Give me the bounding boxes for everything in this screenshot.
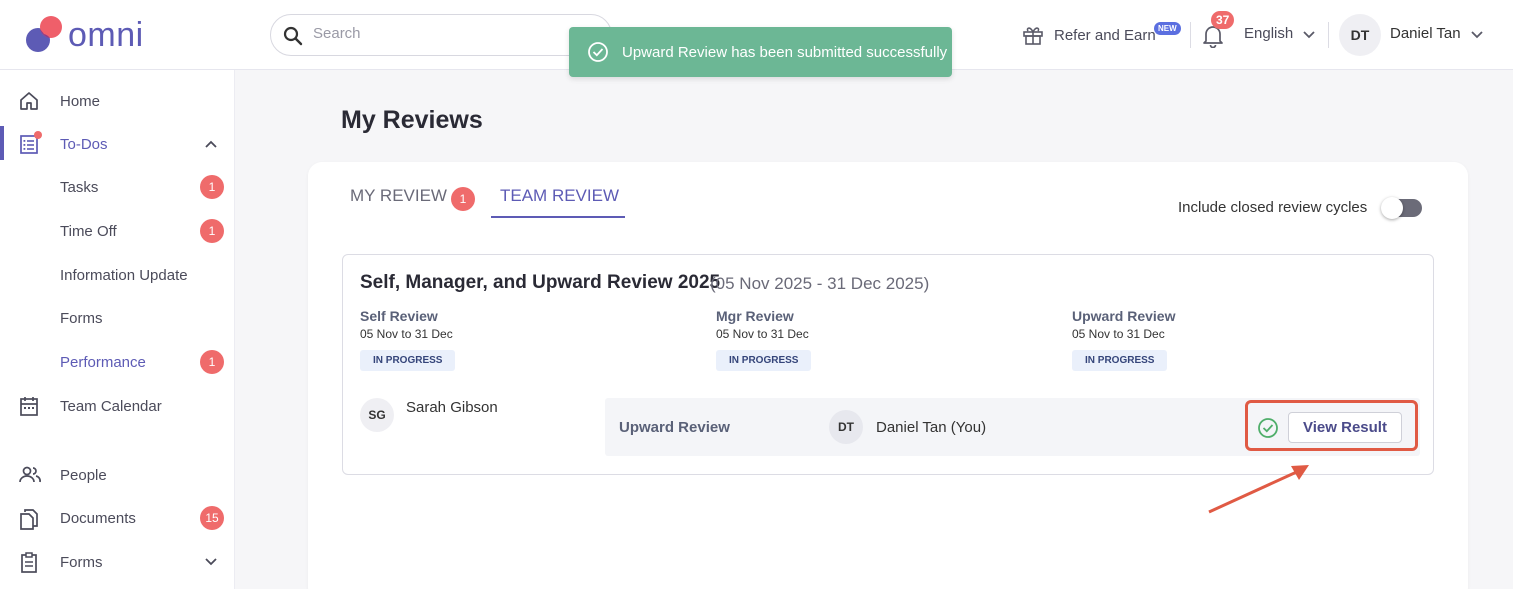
- check-circle-icon: [1258, 418, 1278, 438]
- new-badge: NEW: [1154, 22, 1181, 35]
- logo-mark-icon: [26, 16, 62, 52]
- stage-date: 05 Nov to 31 Dec: [360, 327, 453, 341]
- view-result-button[interactable]: View Result: [1288, 412, 1402, 443]
- logo-text: omni: [68, 16, 144, 54]
- stage-date: 05 Nov to 31 Dec: [716, 327, 809, 341]
- sidebar-item-information-update[interactable]: Information Update: [0, 256, 234, 294]
- language-selector[interactable]: English: [1244, 25, 1293, 42]
- sidebar-item-label: Performance: [60, 353, 146, 371]
- check-circle-icon: [588, 42, 608, 62]
- home-icon: [20, 92, 38, 110]
- reviewer-avatar: DT: [829, 410, 863, 444]
- stage-date: 05 Nov to 31 Dec: [1072, 327, 1165, 341]
- chevron-down-icon[interactable]: [1302, 28, 1316, 42]
- sidebar-item-label: Forms: [60, 309, 103, 327]
- omni-logo[interactable]: omni: [24, 14, 154, 56]
- sidebar-item-label: Information Update: [60, 266, 188, 284]
- chevron-down-icon[interactable]: [1470, 28, 1484, 42]
- sidebar-item-label: Tasks: [60, 178, 99, 196]
- sidebar-item-performance[interactable]: Performance 1: [0, 343, 234, 381]
- include-closed-label: Include closed review cycles: [1178, 199, 1368, 216]
- sidebar-item-forms-sub[interactable]: Forms: [0, 299, 234, 337]
- stage-name: Mgr Review: [716, 308, 794, 324]
- stage-self-review: Self Review 05 Nov to 31 Dec IN PROGRESS: [360, 308, 456, 371]
- page-title: My Reviews: [341, 106, 483, 134]
- search-box[interactable]: [270, 14, 612, 56]
- calendar-icon: [20, 397, 38, 416]
- divider: [1328, 22, 1329, 48]
- sidebar-item-label: People: [60, 466, 107, 484]
- refer-label: Refer and Earn: [1054, 26, 1156, 44]
- documents-icon: [20, 509, 38, 530]
- gift-icon: [1023, 27, 1043, 45]
- reviewee-avatar: SG: [360, 398, 394, 432]
- toast-message: Upward Review has been submitted success…: [622, 44, 948, 61]
- search-icon: [283, 26, 303, 46]
- sidebar-item-tasks[interactable]: Tasks 1: [0, 168, 234, 206]
- chevron-down-icon[interactable]: [204, 555, 218, 569]
- toggle-knob: [1381, 197, 1403, 219]
- sidebar-item-label: To-Dos: [60, 135, 108, 153]
- success-toast: Upward Review has been submitted success…: [569, 27, 952, 77]
- sidebar-item-label: Forms: [60, 553, 103, 571]
- stage-name: Self Review: [360, 308, 438, 324]
- user-avatar[interactable]: DT: [1339, 14, 1381, 56]
- sidebar-item-label: Team Calendar: [60, 397, 162, 415]
- status-badge: IN PROGRESS: [716, 350, 812, 371]
- notification-dot: [34, 131, 42, 139]
- sidebar-item-label: Home: [60, 92, 101, 110]
- notification-count-badge: 37: [1211, 11, 1235, 29]
- search-input[interactable]: [313, 25, 593, 42]
- count-badge: 1: [200, 350, 224, 374]
- tab-team-review[interactable]: TEAM REVIEW: [500, 186, 619, 206]
- divider: [1190, 22, 1191, 48]
- sidebar-item-label: Documents: [60, 509, 136, 527]
- status-badge: IN PROGRESS: [360, 350, 456, 371]
- sidebar-item-documents[interactable]: Documents 15: [0, 499, 234, 537]
- reviewer-name: Daniel Tan (You): [876, 419, 987, 436]
- count-badge: 15: [200, 506, 224, 530]
- user-name[interactable]: Daniel Tan: [1390, 25, 1461, 42]
- sidebar-item-people[interactable]: People: [0, 456, 234, 494]
- status-badge: IN PROGRESS: [1072, 350, 1168, 371]
- annotation-arrow-icon: [1208, 465, 1309, 514]
- cycle-dates: (05 Nov 2025 - 31 Dec 2025): [710, 274, 930, 293]
- cycle-title: Self, Manager, and Upward Review 2025: [360, 272, 721, 293]
- clipboard-icon: [21, 552, 37, 573]
- sidebar-item-forms[interactable]: Forms: [0, 543, 234, 581]
- tab-my-review[interactable]: MY REVIEW: [350, 186, 447, 206]
- count-badge: 1: [200, 175, 224, 199]
- people-icon: [19, 466, 41, 483]
- stage-name: Upward Review: [1072, 308, 1176, 324]
- count-badge: 1: [200, 219, 224, 243]
- refer-and-earn-link[interactable]: Refer and Earn: [1022, 22, 1156, 48]
- sidebar-item-label: Time Off: [60, 222, 117, 240]
- review-type: Upward Review: [619, 419, 730, 436]
- chevron-up-icon[interactable]: [204, 137, 218, 151]
- count-badge: 1: [451, 187, 475, 211]
- sidebar-item-home[interactable]: Home: [0, 82, 234, 120]
- active-tab-underline: [491, 216, 625, 218]
- include-closed-toggle[interactable]: [1381, 197, 1422, 219]
- sidebar-item-time-off[interactable]: Time Off 1: [0, 212, 234, 250]
- stage-mgr-review: Mgr Review 05 Nov to 31 Dec IN PROGRESS: [716, 308, 812, 371]
- sidebar: Home To-Dos Tasks 1 Time Off 1 Informati…: [0, 70, 235, 589]
- reviewee-name: Sarah Gibson: [406, 399, 498, 416]
- sidebar-item-team-calendar[interactable]: Team Calendar: [0, 387, 234, 425]
- stage-upward-review: Upward Review 05 Nov to 31 Dec IN PROGRE…: [1072, 308, 1175, 371]
